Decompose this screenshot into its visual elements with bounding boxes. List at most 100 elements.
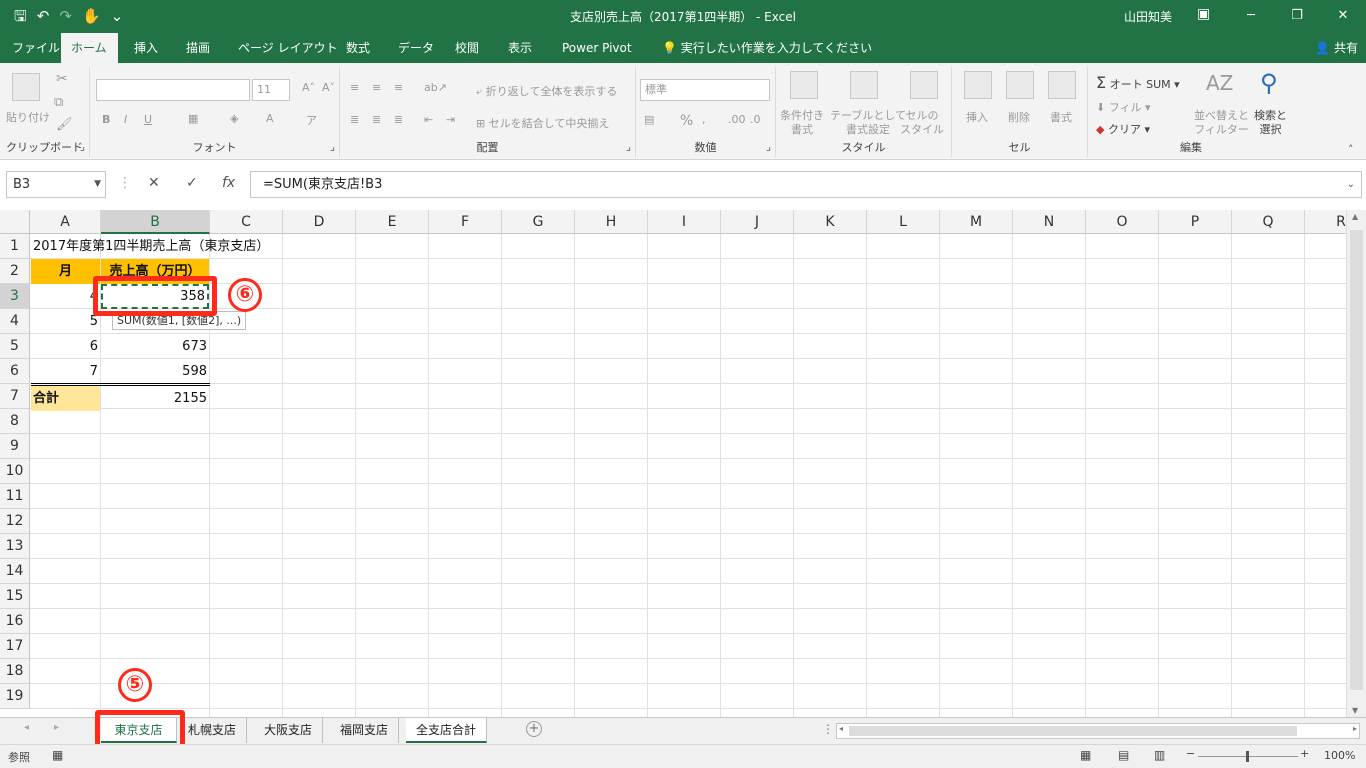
column-header[interactable]: Q bbox=[1232, 210, 1305, 234]
tab-home[interactable]: ホーム bbox=[61, 33, 118, 63]
align-bottom-icon[interactable]: ≡ bbox=[394, 81, 403, 94]
expand-formula-icon[interactable]: ⌄ bbox=[1347, 172, 1355, 197]
shrink-font-icon[interactable]: A˅ bbox=[322, 81, 335, 94]
ribbon-display-options-icon[interactable]: ▣ bbox=[1197, 6, 1210, 22]
row-header[interactable]: 14 bbox=[0, 559, 30, 584]
row-header[interactable]: 7 bbox=[0, 384, 30, 409]
tab-power-pivot[interactable]: Power Pivot bbox=[552, 33, 642, 63]
format-cells-button[interactable]: 書式 bbox=[1050, 109, 1072, 125]
tab-draw[interactable]: 描画 bbox=[176, 33, 220, 63]
row-header[interactable]: 12 bbox=[0, 509, 30, 534]
column-header[interactable]: D bbox=[283, 210, 356, 234]
clipboard-launcher-icon[interactable]: ⌟ bbox=[80, 140, 85, 153]
user-name[interactable]: 山田知美 bbox=[1124, 8, 1172, 25]
insert-cells-button[interactable]: 挿入 bbox=[966, 109, 988, 125]
row-header[interactable]: 18 bbox=[0, 659, 30, 684]
column-header[interactable]: I bbox=[648, 210, 721, 234]
format-painter-icon[interactable]: 🖌 bbox=[56, 117, 73, 132]
sheet-tab-all[interactable]: 全支店合計 bbox=[406, 718, 488, 743]
font-name-box[interactable] bbox=[96, 79, 250, 101]
increase-indent-icon[interactable]: ⇥ bbox=[446, 113, 455, 126]
format-as-table-button[interactable]: テーブルとして 書式設定 bbox=[830, 109, 906, 137]
sheet-tab-sapporo[interactable]: 札幌支店 bbox=[178, 718, 248, 743]
align-left-icon[interactable]: ≣ bbox=[350, 113, 359, 126]
conditional-format-button[interactable]: 条件付き 書式 bbox=[780, 109, 824, 137]
normal-view-icon[interactable]: ▦ bbox=[1080, 748, 1091, 762]
column-header[interactable]: L bbox=[867, 210, 940, 234]
tell-me-search[interactable]: 💡 実行したい作業を入力してください bbox=[652, 33, 882, 63]
column-header[interactable]: H bbox=[575, 210, 648, 234]
row-header[interactable]: 1 bbox=[0, 234, 30, 259]
number-format-box[interactable]: 標準 bbox=[640, 79, 770, 101]
increase-decimal-icon[interactable]: .00 bbox=[728, 113, 746, 126]
autosum-button[interactable]: Σ オート SUM ▾ bbox=[1096, 73, 1180, 92]
zoom-level[interactable]: 100% bbox=[1324, 749, 1355, 762]
tab-split-icon[interactable]: ⋮ bbox=[822, 722, 834, 736]
column-header[interactable]: N bbox=[1013, 210, 1086, 234]
percent-button[interactable]: % bbox=[680, 113, 693, 129]
maximize-button[interactable]: ❐ bbox=[1274, 0, 1320, 33]
macro-record-icon[interactable]: ▦ bbox=[52, 748, 63, 762]
row-header[interactable]: 5 bbox=[0, 334, 30, 359]
scroll-right-icon[interactable]: ▸ bbox=[1353, 724, 1357, 733]
clear-button[interactable]: ◆ クリア ▾ bbox=[1096, 121, 1150, 137]
row-header[interactable]: 9 bbox=[0, 434, 30, 459]
column-header[interactable]: B bbox=[101, 210, 210, 234]
minimize-button[interactable]: ─ bbox=[1228, 0, 1274, 33]
scroll-up-icon[interactable]: ▲ bbox=[1352, 212, 1358, 221]
share-button[interactable]: 👤 共有 bbox=[1315, 33, 1358, 63]
prev-sheet-icon[interactable]: ◂ bbox=[24, 722, 29, 733]
sheet-tab-fukuoka[interactable]: 福岡支店 bbox=[330, 718, 400, 743]
name-box-dropdown-icon[interactable]: ▼ bbox=[94, 172, 101, 197]
collapse-ribbon-icon[interactable]: ˄ bbox=[1348, 143, 1354, 156]
row-header[interactable]: 10 bbox=[0, 459, 30, 484]
border-icon[interactable]: ▦ bbox=[188, 112, 198, 125]
close-button[interactable]: ✕ bbox=[1320, 0, 1366, 33]
row-header[interactable]: 8 bbox=[0, 409, 30, 434]
total-value-cell[interactable]: 2155 bbox=[101, 386, 209, 411]
month-cell[interactable]: 6 bbox=[31, 334, 100, 359]
font-color-icon[interactable]: A bbox=[266, 112, 274, 125]
total-label-cell[interactable]: 合計 bbox=[31, 386, 100, 411]
column-header[interactable]: M bbox=[940, 210, 1013, 234]
row-header[interactable]: 4 bbox=[0, 309, 30, 334]
month-cell[interactable]: 7 bbox=[31, 359, 100, 384]
font-launcher-icon[interactable]: ⌟ bbox=[330, 140, 335, 153]
select-all-corner[interactable] bbox=[0, 210, 30, 234]
paste-button[interactable]: 貼り付け bbox=[6, 109, 50, 125]
zoom-in-icon[interactable]: + bbox=[1300, 747, 1309, 760]
tab-data[interactable]: データ bbox=[388, 33, 444, 63]
fill-color-icon[interactable]: ◈ bbox=[230, 112, 238, 125]
align-right-icon[interactable]: ≣ bbox=[394, 113, 403, 126]
italic-button[interactable]: I bbox=[124, 113, 127, 126]
wrap-text-button[interactable]: ⤶ 折り返して全体を表示する bbox=[476, 83, 617, 99]
tab-insert[interactable]: 挿入 bbox=[124, 33, 168, 63]
decrease-decimal-icon[interactable]: .0 bbox=[750, 113, 761, 126]
page-layout-view-icon[interactable]: ▤ bbox=[1118, 748, 1129, 762]
row-header[interactable]: 11 bbox=[0, 484, 30, 509]
comma-icon[interactable]: , bbox=[702, 113, 706, 126]
column-header[interactable]: G bbox=[502, 210, 575, 234]
enter-formula-button[interactable]: ✓ bbox=[186, 175, 198, 191]
vertical-scroll-thumb[interactable] bbox=[1350, 230, 1363, 690]
sheet-tab-osaka[interactable]: 大阪支店 bbox=[254, 718, 324, 743]
next-sheet-icon[interactable]: ▸ bbox=[54, 722, 59, 733]
zoom-out-icon[interactable]: − bbox=[1186, 747, 1195, 760]
orientation-icon[interactable]: ab↗ bbox=[424, 81, 447, 94]
grow-font-icon[interactable]: A˄ bbox=[302, 81, 315, 94]
tab-file[interactable]: ファイル bbox=[2, 33, 70, 63]
font-size-box[interactable]: 11 bbox=[252, 79, 290, 101]
column-header[interactable]: F bbox=[429, 210, 502, 234]
horizontal-scrollbar[interactable]: ◂ ▸ bbox=[836, 723, 1360, 739]
merge-center-button[interactable]: ⊞ セルを結合して中央揃え bbox=[476, 115, 609, 131]
scroll-left-icon[interactable]: ◂ bbox=[839, 724, 843, 733]
sales-cell[interactable]: 598 bbox=[101, 359, 209, 384]
row-header[interactable]: 3 bbox=[0, 284, 30, 309]
scroll-down-icon[interactable]: ▼ bbox=[1352, 706, 1358, 715]
cancel-formula-button[interactable]: ✕ bbox=[148, 175, 160, 191]
sales-cell[interactable]: 673 bbox=[101, 334, 209, 359]
tab-formulas[interactable]: 数式 bbox=[336, 33, 380, 63]
column-header[interactable]: R bbox=[1305, 210, 1346, 234]
row-header[interactable]: 19 bbox=[0, 684, 30, 709]
sheet-title-cell[interactable]: 2017年度第1四半期売上高（東京支店） bbox=[31, 234, 331, 259]
